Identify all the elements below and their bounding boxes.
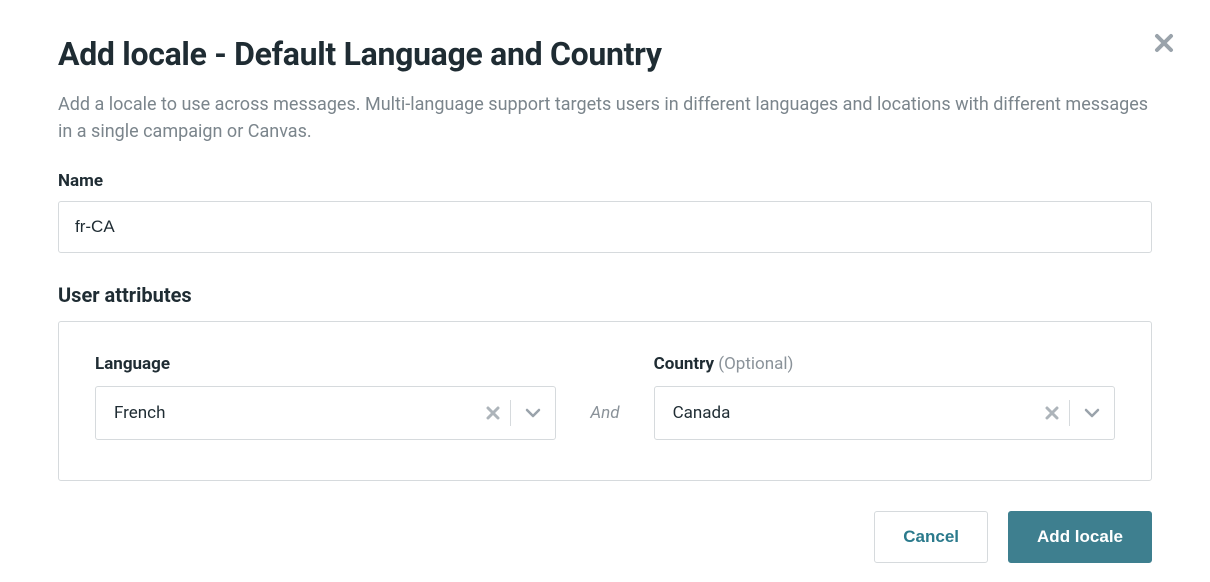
country-select[interactable]: Canada [654,386,1115,440]
country-value: Canada [655,403,1035,423]
modal-footer: Cancel Add locale [58,511,1152,563]
and-separator: And [556,386,653,440]
language-column: Language French [95,354,556,440]
name-label: Name [58,171,1152,191]
user-attributes-label: User attributes [58,283,1152,307]
language-clear-icon[interactable] [476,403,510,423]
language-label: Language [95,354,556,374]
language-select[interactable]: French [95,386,556,440]
country-clear-icon[interactable] [1035,403,1069,423]
name-input[interactable] [58,201,1152,253]
language-chevron-down-icon[interactable] [511,408,555,418]
country-optional-text: (Optional) [714,354,793,374]
country-column: Country (Optional) Canada [654,354,1115,440]
country-label-text: Country [654,354,714,374]
add-locale-button[interactable]: Add locale [1008,511,1152,563]
language-value: French [96,403,476,423]
modal-title: Add locale - Default Language and Countr… [58,35,1152,73]
close-icon[interactable] [1154,30,1174,58]
country-label: Country (Optional) [654,354,1115,374]
modal-description: Add a locale to use across messages. Mul… [58,91,1152,145]
cancel-button[interactable]: Cancel [874,511,988,563]
country-chevron-down-icon[interactable] [1070,408,1114,418]
user-attributes-box: Language French And Country (Optional) C… [58,321,1152,481]
